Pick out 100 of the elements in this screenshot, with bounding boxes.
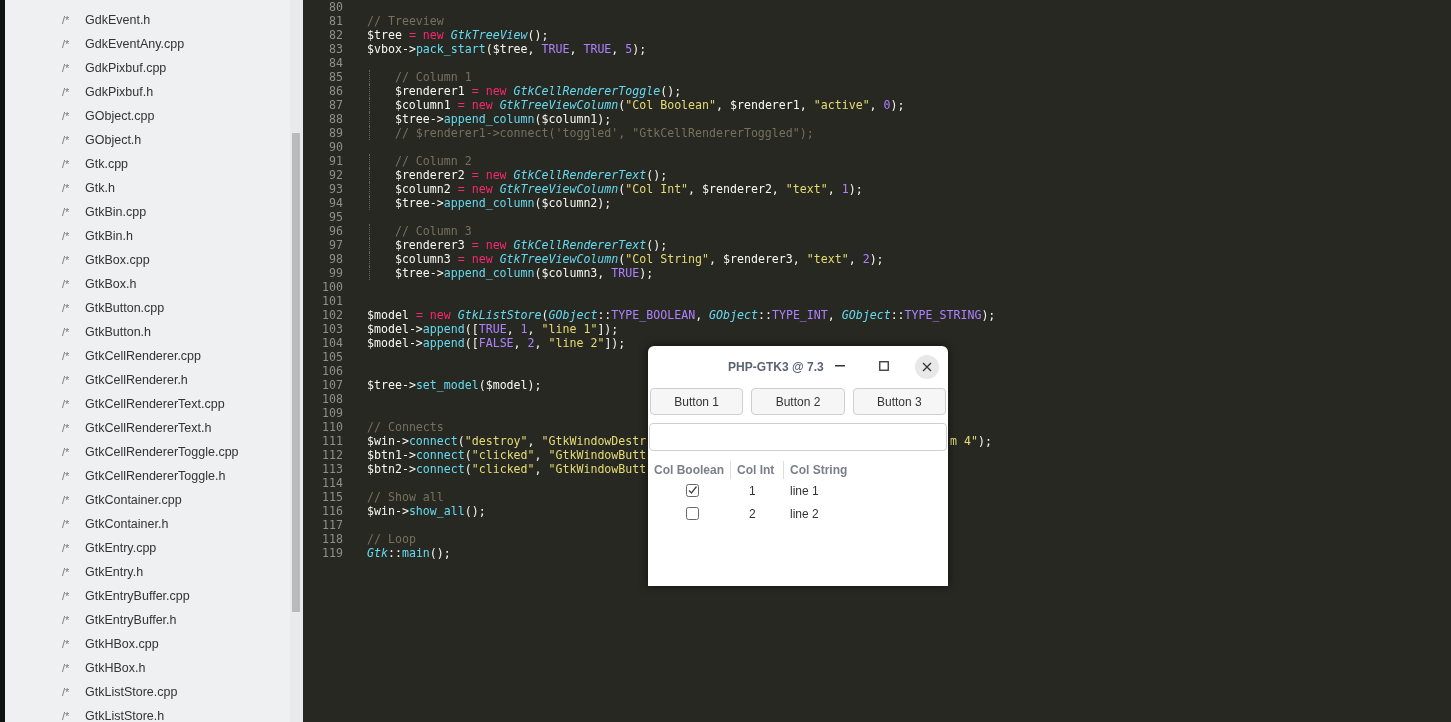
- code-line: m 4");: [950, 434, 992, 448]
- line-number: 94: [328, 196, 343, 210]
- line-number: 96: [328, 224, 343, 238]
- file-item[interactable]: /* GtkEntryBuffer.cpp: [5, 584, 290, 608]
- line-number: 105: [321, 350, 343, 364]
- minimize-icon[interactable]: [835, 365, 845, 367]
- comment-file-icon: /*: [62, 539, 85, 557]
- file-item[interactable]: /* GtkCellRendererToggle.cpp: [5, 440, 290, 464]
- checkbox[interactable]: [686, 507, 699, 520]
- line-number: 92: [328, 168, 343, 182]
- code-line: $renderer1 = new GtkCellRendererToggle();: [394, 84, 682, 98]
- comment-file-icon: /*: [62, 563, 85, 581]
- code-line: $tree->append_column($column1);: [394, 112, 612, 126]
- line-number: 83: [328, 42, 343, 56]
- code-line: $renderer2 = new GtkCellRendererText();: [394, 168, 668, 182]
- line-number: 102: [321, 308, 343, 322]
- file-item[interactable]: /* GtkContainer.h: [5, 512, 290, 536]
- file-item[interactable]: /* GtkEntry.h: [5, 560, 290, 584]
- comment-file-icon: /*: [62, 635, 85, 653]
- maximize-icon[interactable]: [879, 361, 889, 371]
- code-line: // Treeview: [367, 14, 444, 28]
- line-number: 113: [321, 462, 343, 476]
- line-number: 114: [321, 476, 343, 490]
- comment-file-icon: /*: [62, 179, 85, 197]
- line-number: 87: [328, 98, 343, 112]
- file-item[interactable]: /* GdkPixbuf.cpp: [5, 56, 290, 80]
- file-item[interactable]: /* GtkListStore.cpp: [5, 680, 290, 704]
- line-number: 82: [328, 28, 343, 42]
- checkbox[interactable]: [686, 484, 699, 497]
- file-item[interactable]: /* GtkEntry.cpp: [5, 536, 290, 560]
- line-number: 117: [321, 518, 343, 532]
- column-header[interactable]: Col String: [784, 461, 848, 479]
- push-button[interactable]: Button 3: [852, 388, 946, 415]
- file-item[interactable]: /* GtkBin.h: [5, 224, 290, 248]
- code-line: $model = new GtkListStore(GObject::TYPE_BOOLEAN, GObject::TYPE_INT, GObject::TYPE_STRING);: [367, 308, 996, 322]
- file-item[interactable]: /* GtkHBox.cpp: [5, 632, 290, 656]
- code-line: $column1 = new GtkTreeViewColumn("Col Boolean", $renderer1, "active", 0);: [394, 98, 905, 112]
- file-item[interactable]: /* GObject.h: [5, 128, 290, 152]
- code-line: // Column 2: [394, 154, 472, 168]
- line-number: 100: [321, 280, 343, 294]
- comment-file-icon: /*: [62, 419, 85, 437]
- file-item[interactable]: /* GtkHBox.h: [5, 656, 290, 680]
- file-item[interactable]: /* GdkEventAny.cpp: [5, 32, 290, 56]
- file-item[interactable]: /* GtkCellRenderer.cpp: [5, 344, 290, 368]
- code-line: $model->append([TRUE, 1, "line 1"]);: [367, 322, 619, 336]
- comment-file-icon: /*: [62, 107, 85, 125]
- comment-file-icon: /*: [62, 707, 85, 722]
- push-button[interactable]: Button 2: [751, 388, 845, 415]
- comment-file-icon: /*: [62, 155, 85, 173]
- column-header[interactable]: Col Boolean: [654, 461, 731, 479]
- file-item[interactable]: /* GtkBin.cpp: [5, 200, 290, 224]
- column-header[interactable]: Col Int: [731, 461, 784, 479]
- table-cell-text: line 1: [789, 482, 819, 500]
- file-item[interactable]: /* GdkPixbuf.h: [5, 80, 290, 104]
- line-number: 111: [321, 434, 343, 448]
- comment-file-icon: /*: [62, 203, 85, 221]
- file-item[interactable]: /* Gtk.h: [5, 176, 290, 200]
- file-item[interactable]: /* GtkButton.cpp: [5, 296, 290, 320]
- comment-file-icon: /*: [62, 131, 85, 149]
- file-item[interactable]: /* GtkCellRendererText.cpp: [5, 392, 290, 416]
- line-number: 93: [328, 182, 343, 196]
- line-number: 103: [321, 322, 343, 336]
- file-item[interactable]: /* GObject.cpp: [5, 104, 290, 128]
- scrollbar-thumb[interactable]: [292, 133, 300, 612]
- line-number: 101: [321, 294, 343, 308]
- comment-file-icon: /*: [62, 395, 85, 413]
- code-line: $win->connect("destroy", "GtkWindowDestr: [367, 434, 647, 448]
- push-button[interactable]: Button 1: [650, 388, 744, 415]
- file-item[interactable]: /* GdkEvent.h: [5, 8, 290, 32]
- file-item[interactable]: /* GtkBox.cpp: [5, 248, 290, 272]
- line-number: 81: [328, 14, 343, 28]
- comment-file-icon: /*: [62, 83, 85, 101]
- close-button[interactable]: [915, 355, 939, 379]
- comment-file-icon: /*: [62, 275, 85, 293]
- file-item[interactable]: /* GtkCellRenderer.h: [5, 368, 290, 392]
- file-item[interactable]: /* GtkBox.h: [5, 272, 290, 296]
- comment-file-icon: /*: [62, 35, 85, 53]
- file-item[interactable]: /* GtkEntryBuffer.h: [5, 608, 290, 632]
- line-number: 97: [328, 238, 343, 252]
- line-number: 80: [328, 0, 343, 14]
- comment-file-icon: /*: [62, 251, 85, 269]
- code-line: // Column 3: [394, 224, 472, 238]
- file-item[interactable]: /* GtkCellRendererText.h: [5, 416, 290, 440]
- code-line: // Connects: [367, 420, 444, 434]
- file-item[interactable]: /* GtkButton.h: [5, 320, 290, 344]
- file-item[interactable]: /* Gtk.cpp: [5, 152, 290, 176]
- comment-file-icon: /*: [62, 323, 85, 341]
- line-number: 112: [321, 448, 343, 462]
- code-line: Gtk::main();: [367, 546, 451, 560]
- line-number: 98: [328, 252, 343, 266]
- file-item[interactable]: /* GtkContainer.cpp: [5, 488, 290, 512]
- comment-file-icon: /*: [62, 611, 85, 629]
- line-number: 86: [328, 84, 343, 98]
- file-item[interactable]: /* GtkCellRendererToggle.h: [5, 464, 290, 488]
- line-number: 108: [321, 392, 343, 406]
- line-number: 91: [328, 154, 343, 168]
- line-number: 109: [321, 406, 343, 420]
- line-number: 84: [328, 56, 343, 70]
- file-item[interactable]: /* GtkListStore.h: [5, 704, 290, 722]
- code-line: $win->show_all();: [367, 504, 486, 518]
